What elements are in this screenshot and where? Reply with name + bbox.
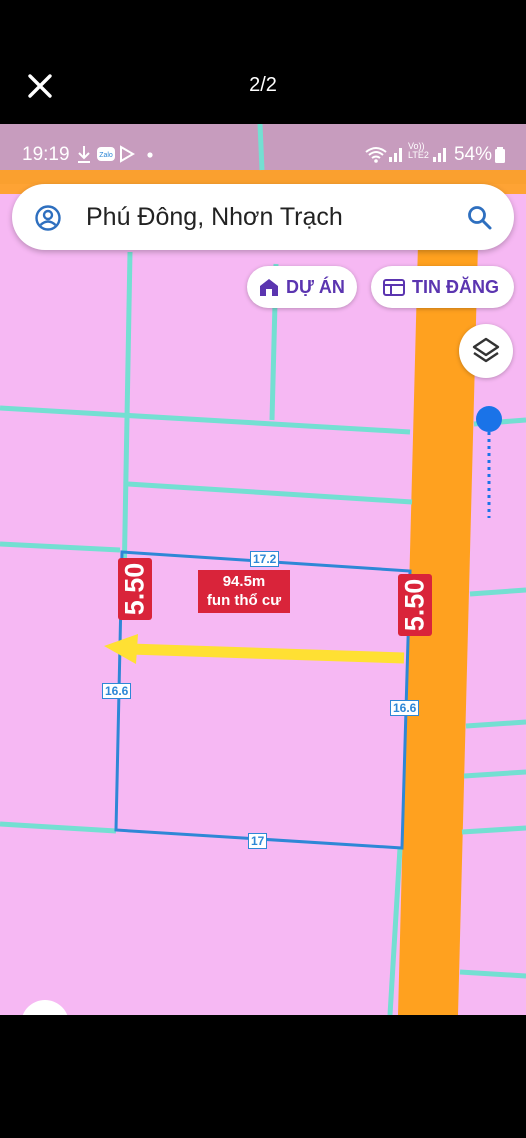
svg-text:Zalo: Zalo — [99, 152, 113, 159]
zoom-handle[interactable] — [476, 406, 502, 432]
tin-dang-chip[interactable]: TIN ĐĂNG — [371, 266, 514, 308]
arrow-indicator — [104, 634, 405, 664]
screenshot: 19:19 Zalo Vo)) LTE2 54% Phú Đông, Nhơn … — [0, 124, 526, 1015]
wifi-icon — [364, 144, 388, 170]
top-edge-measure: 17.2 — [250, 551, 280, 567]
du-an-chip[interactable]: DỰ ÁN — [247, 266, 357, 308]
user-icon[interactable] — [34, 204, 62, 237]
viewer-bottom-bar — [0, 1015, 526, 1138]
search-input[interactable]: Phú Đông, Nhơn Trạch — [86, 203, 343, 232]
area-value: 94.5m — [222, 573, 266, 590]
image-counter: 2/2 — [249, 74, 277, 96]
land-type: fun thổ cư — [206, 592, 282, 609]
status-time: 19:19 — [22, 144, 70, 165]
layers-button[interactable] — [459, 324, 513, 378]
carrier-label: Vo)) LTE2 — [408, 141, 429, 160]
battery-percent: 54% — [453, 144, 492, 165]
signal-icon — [388, 144, 404, 170]
width-label-right: 5.50 — [398, 574, 432, 636]
zalo-icon: Zalo — [96, 144, 116, 170]
du-an-label: DỰ ÁN — [286, 276, 345, 297]
fab-edge[interactable] — [20, 996, 70, 1015]
area-label: 94.5m fun thổ cư — [198, 570, 290, 613]
width-label-left: 5.50 — [118, 558, 152, 620]
battery-icon — [494, 144, 506, 170]
building-icon — [260, 279, 278, 296]
download-icon — [76, 144, 92, 170]
zoom-slider[interactable] — [474, 404, 504, 524]
search-icon[interactable] — [466, 204, 494, 237]
viewer-top-bar: 2/2 — [0, 0, 526, 124]
search-bar[interactable]: Phú Đông, Nhơn Trạch — [12, 184, 514, 250]
dot-icon — [146, 144, 154, 170]
layers-icon — [472, 337, 500, 363]
bottom-edge-measure: 17 — [248, 833, 268, 849]
left-edge-measure: 16.6 — [102, 683, 132, 699]
right-edge-measure: 16.6 — [390, 700, 420, 716]
play-icon — [118, 144, 136, 170]
tin-dang-label: TIN ĐĂNG — [412, 276, 499, 297]
list-icon — [383, 279, 405, 296]
signal-icon — [432, 144, 448, 170]
status-bar: 19:19 Zalo Vo)) LTE2 54% — [0, 124, 526, 172]
